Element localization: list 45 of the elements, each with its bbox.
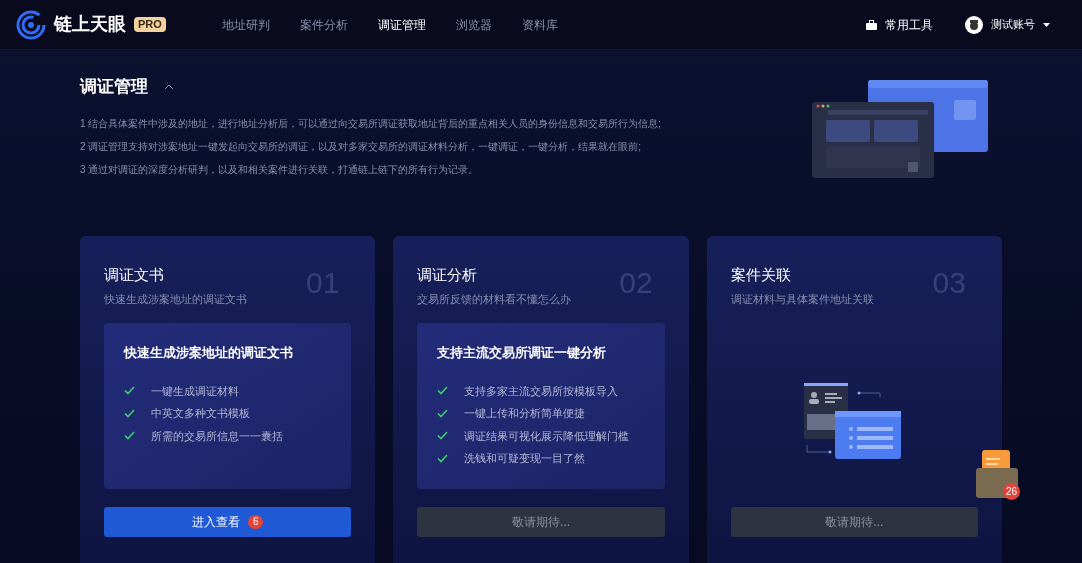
card-title: 调证文书 [104, 265, 165, 285]
count-badge: 26 [1003, 483, 1020, 500]
chevron-up-icon[interactable] [164, 83, 174, 90]
avatar-icon [965, 15, 983, 34]
panel-title: 快速生成涉案地址的调证文书 [124, 344, 294, 362]
check-icon [437, 408, 449, 418]
nav-tab[interactable]: 调证管理 [377, 15, 426, 34]
feature-item: 一键生成调证材料 [151, 383, 239, 399]
card-subtitle: 快速生成涉案地址的调证文书 [104, 291, 247, 307]
description-line: 1 结合具体案件中涉及的地址，进行地址分析后，可以通过向交易所调证获取地址背后的重点相关人员的身份信息和交易所行为信息; [80, 116, 662, 131]
description-line: 2 调证管理支持对涉案地址一键发起向交易所的调证，以及对多家交易所的调证材料分析，一键调证，一键分析，结果就在眼前; [80, 139, 643, 154]
feature-item: 洗钱和可疑变现一目了然 [464, 451, 586, 466]
view-button[interactable]: 进入查看 6 [104, 507, 352, 537]
card-subtitle: 交易所反馈的材料看不懂怎么办 [417, 291, 572, 307]
page-title: 调证管理 [80, 76, 148, 98]
description-line: 3 通过对调证的深度分析研判，以及和相关案件进行关联，打通链上链下的所有行为记录。 [80, 162, 480, 177]
notification-widget[interactable]: 26 [976, 450, 1020, 500]
tools-link[interactable]: 常用工具 [885, 15, 933, 34]
nav-tab[interactable]: 地址研判 [221, 15, 270, 34]
check-icon [124, 386, 135, 396]
brand-name: 链上天眼 [54, 13, 126, 36]
check-icon [124, 408, 135, 418]
card-subtitle: 调证材料与具体案件地址关联 [730, 291, 874, 307]
check-icon [124, 431, 135, 441]
toolbox-icon [866, 19, 877, 30]
feature-item: 一键上传和分析简单便捷 [464, 406, 586, 421]
folder-icon [976, 450, 1018, 498]
check-icon [437, 431, 449, 441]
nav-tab[interactable]: 浏览器 [455, 15, 492, 34]
feature-item: 中英文多种文书模板 [151, 406, 250, 421]
check-icon [437, 386, 449, 396]
feature-item: 所需的交易所信息一一囊括 [151, 428, 283, 444]
count-badge: 6 [247, 515, 264, 529]
panel-title: 支持主流交易所调证一键分析 [437, 344, 608, 362]
card-title: 案件关联 [730, 265, 792, 285]
nav-tab[interactable]: 案件分析 [299, 15, 348, 34]
nav-tab[interactable]: 资料库 [521, 15, 558, 34]
card-title: 调证分析 [417, 265, 479, 285]
feature-item: 调证结果可视化展示降低理解门槛 [464, 428, 630, 444]
caret-icon[interactable] [1043, 22, 1050, 27]
check-icon [437, 453, 449, 463]
logo-icon [16, 9, 46, 40]
pro-badge: PRO [134, 17, 166, 32]
account-name[interactable]: 测试账号 [991, 16, 1035, 33]
feature-item: 支持多家主流交易所按模板导入 [464, 383, 619, 399]
